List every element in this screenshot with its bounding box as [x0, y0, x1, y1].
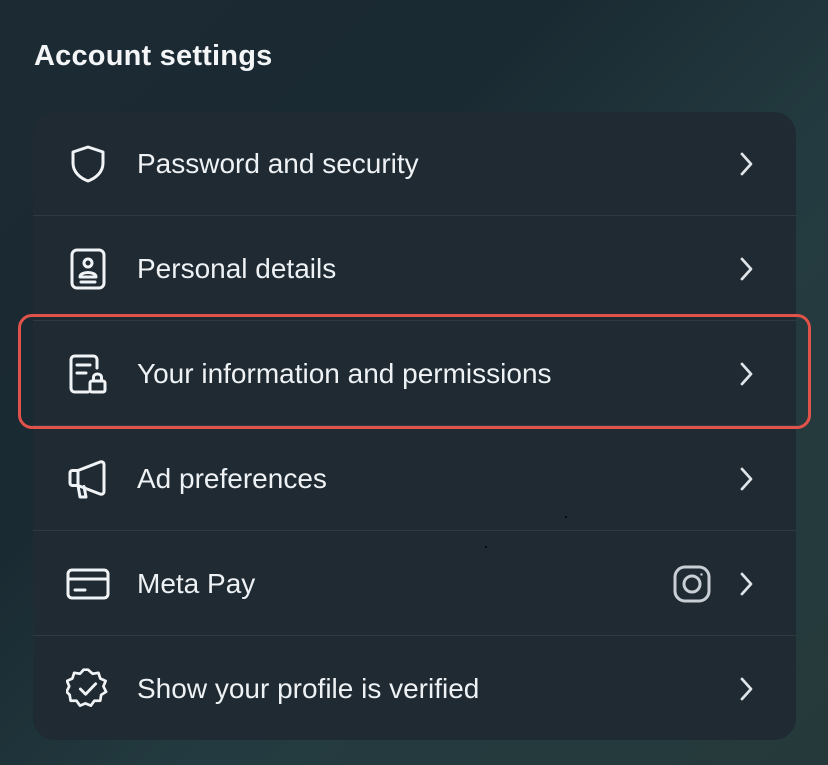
divider [33, 635, 796, 636]
instagram-icon [671, 563, 713, 605]
screen-speck [485, 546, 487, 548]
meta-pay-item[interactable]: Meta Pay [33, 532, 796, 636]
shield-icon [66, 142, 110, 186]
document-lock-icon [66, 352, 110, 396]
id-card-icon [66, 247, 110, 291]
chevron-right-icon [733, 151, 759, 177]
screen-speck [565, 516, 567, 518]
divider [33, 425, 796, 426]
divider [33, 530, 796, 531]
item-label: Your information and permissions [137, 358, 552, 389]
chevron-right-icon [733, 361, 759, 387]
account-settings-list: Password and security Personal details Y… [33, 112, 796, 740]
divider [33, 320, 796, 321]
chevron-right-icon [733, 676, 759, 702]
credit-card-icon [66, 562, 110, 606]
chevron-right-icon [733, 466, 759, 492]
item-label: Password and security [137, 148, 419, 179]
your-information-and-permissions-item[interactable]: Your information and permissions [33, 322, 796, 426]
megaphone-icon [66, 457, 110, 501]
ad-preferences-item[interactable]: Ad preferences [33, 427, 796, 531]
chevron-right-icon [733, 256, 759, 282]
password-and-security-item[interactable]: Password and security [33, 112, 796, 216]
personal-details-item[interactable]: Personal details [33, 217, 796, 321]
item-label: Ad preferences [137, 463, 327, 494]
verified-badge-icon [66, 667, 110, 711]
item-label: Meta Pay [137, 568, 256, 599]
show-profile-verified-item[interactable]: Show your profile is verified [33, 637, 796, 740]
section-title: Account settings [34, 40, 273, 72]
divider [33, 215, 796, 216]
item-label: Personal details [137, 253, 337, 284]
item-label: Show your profile is verified [137, 673, 480, 704]
chevron-right-icon [733, 571, 759, 597]
